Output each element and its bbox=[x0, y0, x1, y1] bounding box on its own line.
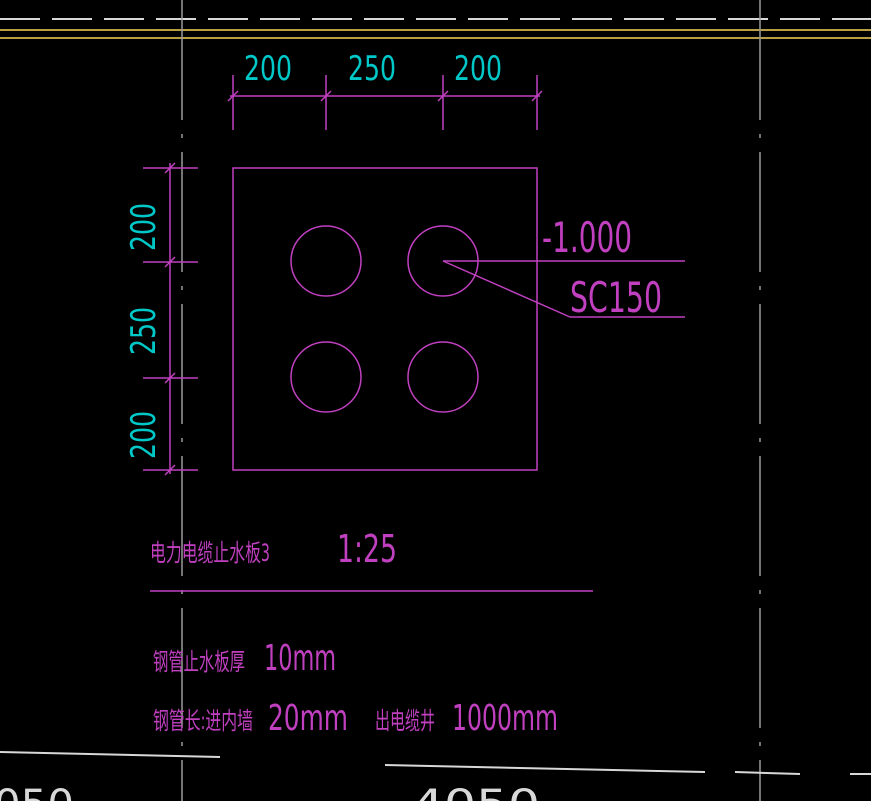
note-cable-well-label: 出电缆井 bbox=[375, 707, 435, 735]
left-dim-label-2: 250 bbox=[124, 307, 164, 355]
left-dim-label-1: 200 bbox=[124, 203, 164, 251]
note-plate-thickness-label: 钢管止水板厚 bbox=[153, 648, 245, 676]
drawing-title: 电力电缆止水板3 bbox=[150, 539, 270, 567]
top-dim-label-2: 250 bbox=[348, 49, 396, 89]
cad-drawing-canvas: 200 250 200 200 250 200 -1.000 SC150 电力电… bbox=[0, 0, 871, 801]
waterstop-plate bbox=[232, 167, 538, 471]
pipe-spec-label: SC150 bbox=[570, 273, 662, 322]
pipe-holes bbox=[290, 225, 479, 413]
top-border-lines bbox=[0, 18, 871, 39]
bottom-dim-partial-center: 4050 bbox=[412, 782, 540, 801]
bottom-lines bbox=[0, 751, 871, 775]
elevation-label: -1.000 bbox=[542, 213, 632, 262]
pipe-hole-bottom-right bbox=[407, 341, 479, 413]
bottom-dim-partial-left: 050 bbox=[0, 782, 74, 801]
note-inner-wall-value: 20mm bbox=[268, 698, 348, 739]
drawing-scale: 1:25 bbox=[337, 527, 397, 571]
pipe-hole-bottom-left bbox=[290, 341, 362, 413]
note-cable-well-value: 1000mm bbox=[452, 698, 558, 739]
note-pipe-length-label: 钢管长:进内墙 bbox=[153, 707, 253, 735]
top-dim-label-3: 200 bbox=[454, 49, 502, 89]
note-plate-thickness-value: 10mm bbox=[264, 638, 336, 679]
left-dim-label-3: 200 bbox=[124, 411, 164, 459]
axis-lines bbox=[181, 0, 761, 801]
pipe-hole-top-left bbox=[290, 225, 362, 297]
top-dim-label-1: 200 bbox=[244, 49, 292, 89]
